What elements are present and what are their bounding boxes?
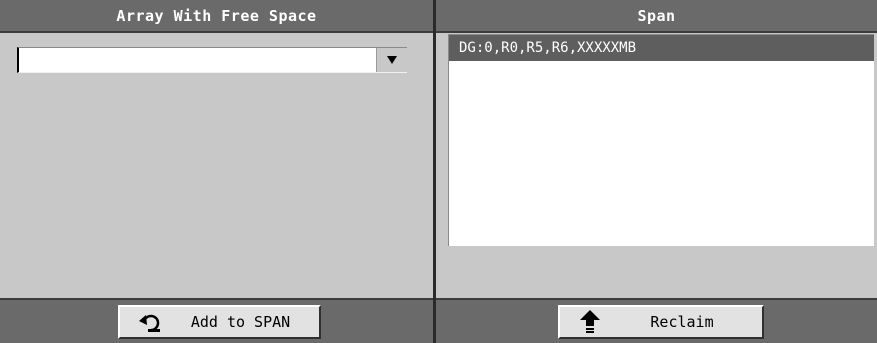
add-to-span-button[interactable]: Add to SPAN: [118, 305, 321, 339]
undo-arrow-icon: [130, 311, 170, 333]
reclaim-button[interactable]: Reclaim: [558, 305, 764, 339]
right-footer: Reclaim: [436, 298, 877, 343]
dropdown-arrow-button[interactable]: [376, 48, 407, 72]
left-footer: Add to SPAN: [0, 298, 433, 343]
triangle-down-icon: [387, 56, 397, 64]
array-dropdown[interactable]: [17, 47, 407, 73]
add-to-span-label: Add to SPAN: [190, 313, 291, 331]
array-with-free-space-panel: Array With Free Space Add to SPAN: [0, 0, 433, 343]
up-arrow-icon: [570, 310, 610, 334]
reclaim-label: Reclaim: [650, 313, 714, 331]
span-panel: Span DG:0,R0,R5,R6,XXXXXMB Reclaim: [436, 0, 877, 343]
panel-title-span: Span: [436, 0, 877, 33]
span-screen: Array With Free Space Add to SPAN Span D…: [0, 0, 877, 343]
list-item-label: DG:0,R0,R5,R6,XXXXXMB: [459, 40, 637, 56]
panel-title-array: Array With Free Space: [0, 0, 433, 33]
span-list[interactable]: DG:0,R0,R5,R6,XXXXXMB: [448, 34, 874, 246]
list-item[interactable]: DG:0,R0,R5,R6,XXXXXMB: [449, 35, 874, 61]
